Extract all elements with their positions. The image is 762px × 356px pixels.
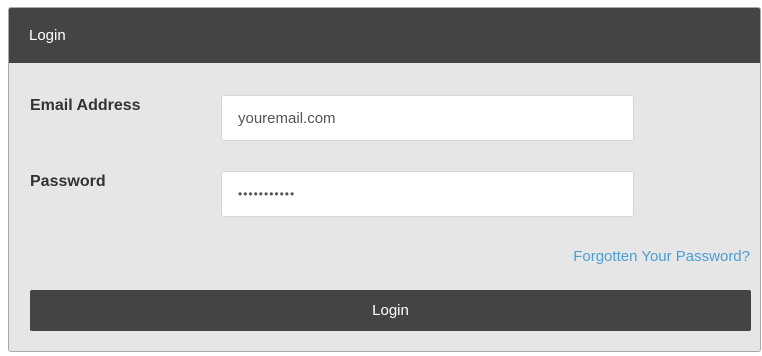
login-panel: Login Email Address Password Forgotten Y…	[8, 7, 761, 352]
forgot-password-link[interactable]: Forgotten Your Password?	[573, 248, 750, 265]
password-field[interactable]	[221, 171, 634, 217]
email-label: Email Address	[30, 97, 141, 114]
panel-title: Login	[9, 8, 760, 63]
email-field[interactable]	[221, 95, 634, 141]
login-button[interactable]: Login	[30, 290, 751, 331]
password-label: Password	[30, 173, 106, 190]
email-row: Email Address	[9, 95, 760, 143]
password-row: Password	[9, 171, 760, 219]
